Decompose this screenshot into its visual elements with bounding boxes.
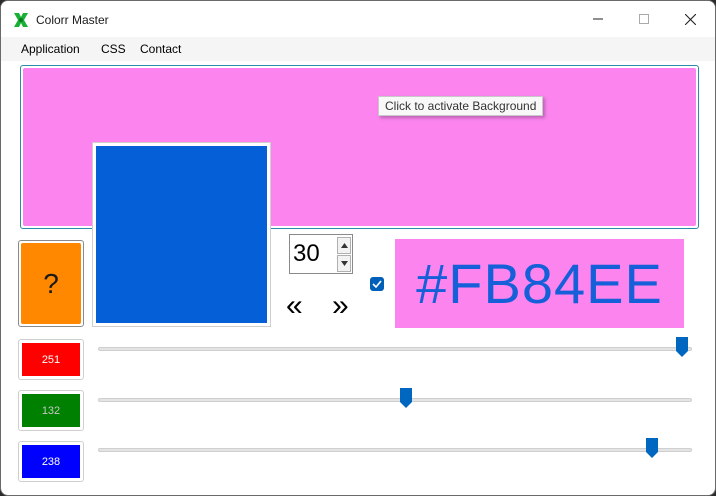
menu-bar: Application CSS Contact — [1, 37, 715, 61]
menu-contact[interactable]: Contact — [140, 42, 181, 56]
blue-slider[interactable] — [98, 438, 692, 462]
blue-slider-track — [98, 448, 692, 452]
step-value[interactable]: 30 — [293, 240, 320, 268]
hex-code-text: #FB84EE — [416, 252, 663, 315]
checkmark-icon — [372, 280, 382, 288]
menu-css[interactable]: CSS — [101, 42, 126, 56]
background-tooltip: Click to activate Background — [378, 96, 544, 116]
green-slider-track — [98, 398, 692, 402]
swatch-color-fill — [96, 146, 267, 323]
caret-down-icon — [340, 261, 348, 266]
close-button[interactable] — [667, 1, 713, 37]
caret-up-icon — [340, 243, 348, 248]
spin-down-button[interactable] — [337, 255, 351, 272]
green-slider[interactable] — [98, 388, 692, 412]
maximize-button[interactable] — [621, 1, 667, 37]
blue-channel-button[interactable]: 238 — [18, 441, 84, 482]
green-channel-button[interactable]: 132 — [18, 390, 84, 431]
lock-checkbox[interactable] — [370, 277, 384, 291]
red-channel-button[interactable]: 251 — [18, 339, 84, 380]
red-slider-track — [98, 347, 692, 351]
step-spinner[interactable]: 30 — [289, 234, 353, 274]
title-bar[interactable]: Colorr Master — [1, 1, 715, 37]
red-value: 251 — [22, 343, 80, 376]
minimize-button[interactable] — [575, 1, 621, 37]
spin-up-button[interactable] — [337, 237, 351, 254]
window-title: Colorr Master — [36, 13, 109, 27]
blue-slider-thumb[interactable] — [646, 438, 659, 458]
menu-application[interactable]: Application — [21, 42, 80, 56]
hex-code-display[interactable]: #FB84EE — [395, 239, 684, 328]
close-icon — [684, 13, 696, 25]
step-forward-button[interactable]: » — [332, 291, 349, 321]
green-slider-thumb[interactable] — [399, 388, 412, 408]
red-slider[interactable] — [98, 337, 692, 361]
random-button-label: ? — [21, 243, 81, 324]
app-logo-icon — [13, 12, 29, 28]
red-slider-thumb[interactable] — [676, 337, 689, 357]
maximize-icon — [639, 14, 649, 24]
app-window: Colorr Master Application CSS Contact Cl… — [0, 0, 716, 496]
color-swatch — [92, 142, 271, 327]
blue-value: 238 — [22, 445, 80, 478]
minimize-icon — [593, 18, 603, 20]
step-back-button[interactable]: « — [286, 291, 303, 321]
random-color-button[interactable]: ? — [18, 240, 84, 327]
green-value: 132 — [22, 394, 80, 427]
